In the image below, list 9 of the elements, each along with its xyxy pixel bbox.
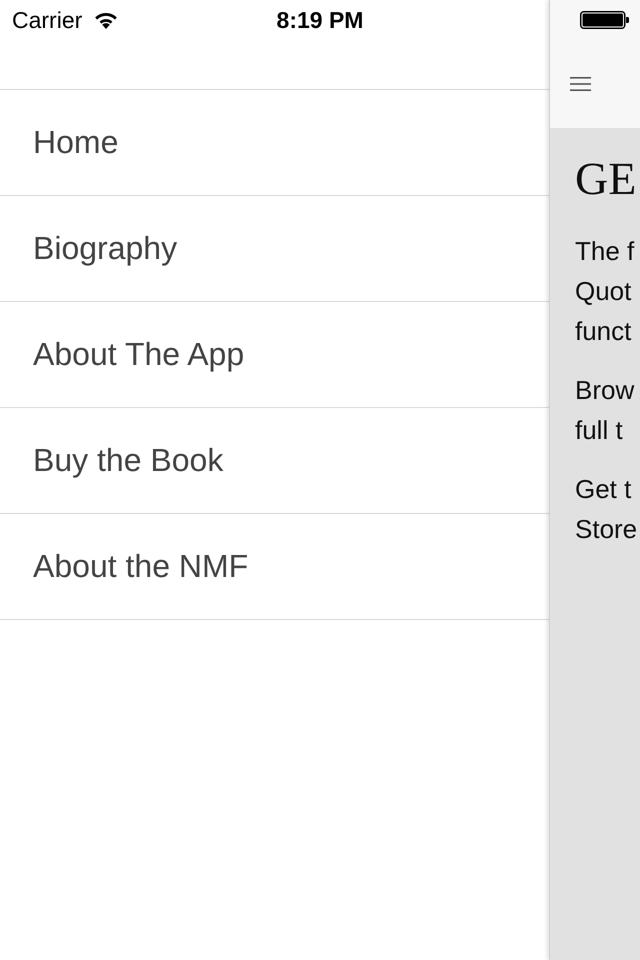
paragraph-text: Get t Store	[575, 473, 638, 546]
wifi-icon	[94, 11, 118, 29]
clock-text: 8:19 PM	[276, 6, 364, 34]
page-title: GE	[575, 152, 638, 206]
menu-icon[interactable]	[570, 77, 591, 91]
carrier-label: Carrier	[12, 6, 82, 34]
battery-icon	[580, 11, 629, 29]
paragraph-text: The f Quot funct	[575, 235, 636, 348]
paragraph-text: Brow full t	[575, 374, 636, 447]
